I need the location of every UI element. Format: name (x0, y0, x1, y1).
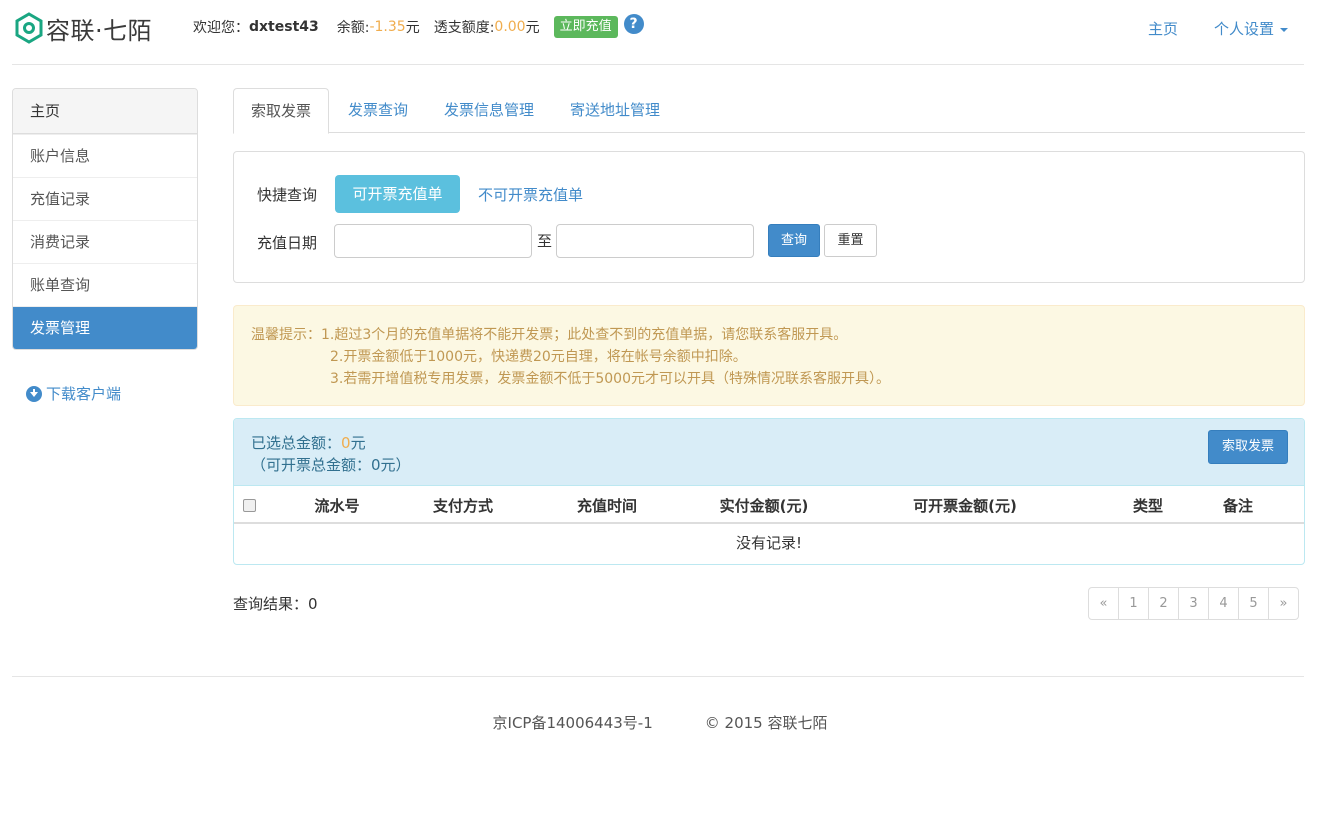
start-date-input[interactable] (334, 224, 532, 258)
recharge-date-label: 充值日期 (257, 234, 318, 252)
sidebar-menu: 主页 账户信息 充值记录 消费记录 账单查询 发票管理 (12, 88, 198, 350)
page-4-button[interactable]: 4 (1208, 587, 1239, 620)
page-footer: 京ICP备14006443号-1 © 2015 容联七陌 (0, 712, 1320, 733)
balance-unit: 元 (405, 20, 420, 36)
table-header: 流水号 支付方式 充值时间 实付金额(元) 可开票金额(元) 类型 备注 (234, 486, 1304, 524)
date-separator: 至 (537, 232, 553, 250)
invoice-tabs: 索取发票 发票查询 发票信息管理 寄送地址管理 (233, 88, 1305, 134)
column-recharge-time: 充值时间 (576, 497, 638, 515)
column-payment-method: 支付方式 (432, 497, 494, 515)
query-button[interactable]: 查询 (768, 224, 820, 257)
page-3-button[interactable]: 3 (1178, 587, 1209, 620)
notice-line-3: 3.若需开增值税专用发票，发票金额不低于5000元才可以开具（特殊情况联系客服开… (330, 371, 890, 387)
balance-value: -1.35 (369, 19, 406, 35)
icp-license[interactable]: 京ICP备14006443号-1 (493, 714, 653, 732)
download-client-link[interactable]: 下载客户端 (26, 383, 121, 404)
overdraft-label: 透支额度: (433, 20, 495, 36)
query-result-count: 0 (308, 595, 318, 613)
summary-header: 已选总金额：0元 （可开票总金额：0元） 索取发票 (234, 419, 1304, 486)
page-2-button[interactable]: 2 (1148, 587, 1179, 620)
tab-invoice-info-management[interactable]: 发票信息管理 (427, 88, 551, 133)
tab-mailing-address-management[interactable]: 寄送地址管理 (553, 88, 677, 133)
selected-total-unit: 元 (350, 434, 366, 452)
tab-request-invoice[interactable]: 索取发票 (233, 88, 330, 134)
brand-logo[interactable]: 容联·七陌 (14, 10, 152, 46)
reset-button[interactable]: 重置 (824, 224, 877, 257)
welcome-label: 欢迎您： (193, 20, 249, 36)
top-nav: 主页 个人设置 (1148, 18, 1288, 39)
nav-settings-label: 个人设置 (1213, 20, 1274, 38)
invoiceable-recharge-button[interactable]: 可开票充值单 (335, 175, 460, 213)
page-1-button[interactable]: 1 (1118, 587, 1149, 620)
column-invoiceable-amount: 可开票金额(元) (913, 497, 1017, 515)
copyright: © 2015 容联七陌 (704, 714, 828, 732)
logo-text: 容联·七陌 (46, 16, 153, 45)
available-total: （可开票总金额：0元） (251, 456, 411, 474)
username: dxtest43 (249, 19, 319, 35)
page-5-button[interactable]: 5 (1238, 587, 1269, 620)
nav-settings-dropdown[interactable]: 个人设置 (1214, 18, 1288, 39)
selected-total-value: 0 (341, 434, 351, 452)
no-records-message: 没有记录! (735, 534, 802, 552)
logo-icon (15, 12, 43, 44)
overdraft-value: 0.00 (494, 19, 526, 35)
footer-divider (12, 676, 1304, 677)
header-divider (12, 64, 1304, 65)
caret-down-icon (1280, 27, 1288, 32)
download-icon (26, 385, 42, 402)
column-remarks: 备注 (1222, 497, 1254, 515)
non-invoiceable-recharge-link[interactable]: 不可开票充值单 (478, 184, 583, 205)
column-paid-amount: 实付金额(元) (719, 497, 809, 515)
recharge-button[interactable]: 立即充值 (553, 16, 618, 38)
pagination: « 1 2 3 4 5 » (1088, 587, 1299, 620)
get-invoice-button[interactable]: 索取发票 (1208, 430, 1288, 464)
help-icon[interactable]: ? (623, 14, 644, 34)
query-result-label: 查询结果： (233, 595, 309, 613)
sidebar-item-consumption-records[interactable]: 消费记录 (13, 220, 197, 263)
column-serial-no: 流水号 (314, 497, 360, 515)
search-panel: 快捷查询 可开票充值单 不可开票充值单 充值日期 至 查询 重置 (233, 151, 1305, 283)
quick-query-label: 快捷查询 (257, 186, 318, 204)
selected-total-label: 已选总金额： (251, 434, 342, 452)
end-date-input[interactable] (556, 224, 754, 258)
invoice-summary-panel: 已选总金额：0元 （可开票总金额：0元） 索取发票 流水号 支付方式 充值时间 … (233, 418, 1305, 565)
sidebar-item-account-info[interactable]: 账户信息 (13, 134, 197, 177)
selected-total: 已选总金额：0元 (251, 432, 366, 453)
tab-invoice-query[interactable]: 发票查询 (331, 88, 425, 133)
page-next-button[interactable]: » (1268, 587, 1299, 620)
sidebar-item-bill-query[interactable]: 账单查询 (13, 263, 197, 306)
page-prev-button[interactable]: « (1088, 587, 1119, 620)
overdraft-unit: 元 (525, 20, 540, 36)
sidebar-item-invoice-management[interactable]: 发票管理 (13, 306, 197, 349)
sidebar-heading[interactable]: 主页 (13, 89, 197, 134)
query-result: 查询结果：0 (233, 593, 318, 614)
notice-line-2: 2.开票金额低于1000元，快递费20元自理，将在帐号余额中扣除。 (330, 349, 747, 365)
download-client-label: 下载客户端 (46, 385, 122, 403)
nav-home-link[interactable]: 主页 (1148, 18, 1178, 39)
select-all-checkbox[interactable] (243, 499, 256, 512)
notice-line-1: 温馨提示：1.超过3个月的充值单据将不能开发票；此处查不到的充值单据，请您联系客… (251, 327, 848, 343)
user-info-bar: 欢迎您： dxtest43 余额: -1.35 元 透支额度: 0.00 元 立… (193, 14, 644, 38)
balance-label: 余额: (336, 20, 370, 36)
top-header: 容联·七陌 欢迎您： dxtest43 余额: -1.35 元 透支额度: 0.… (0, 0, 1320, 56)
column-type: 类型 (1132, 497, 1164, 515)
sidebar-item-recharge-records[interactable]: 充值记录 (13, 177, 197, 220)
warm-tip-alert: 温馨提示：1.超过3个月的充值单据将不能开发票；此处查不到的充值单据，请您联系客… (233, 305, 1305, 406)
